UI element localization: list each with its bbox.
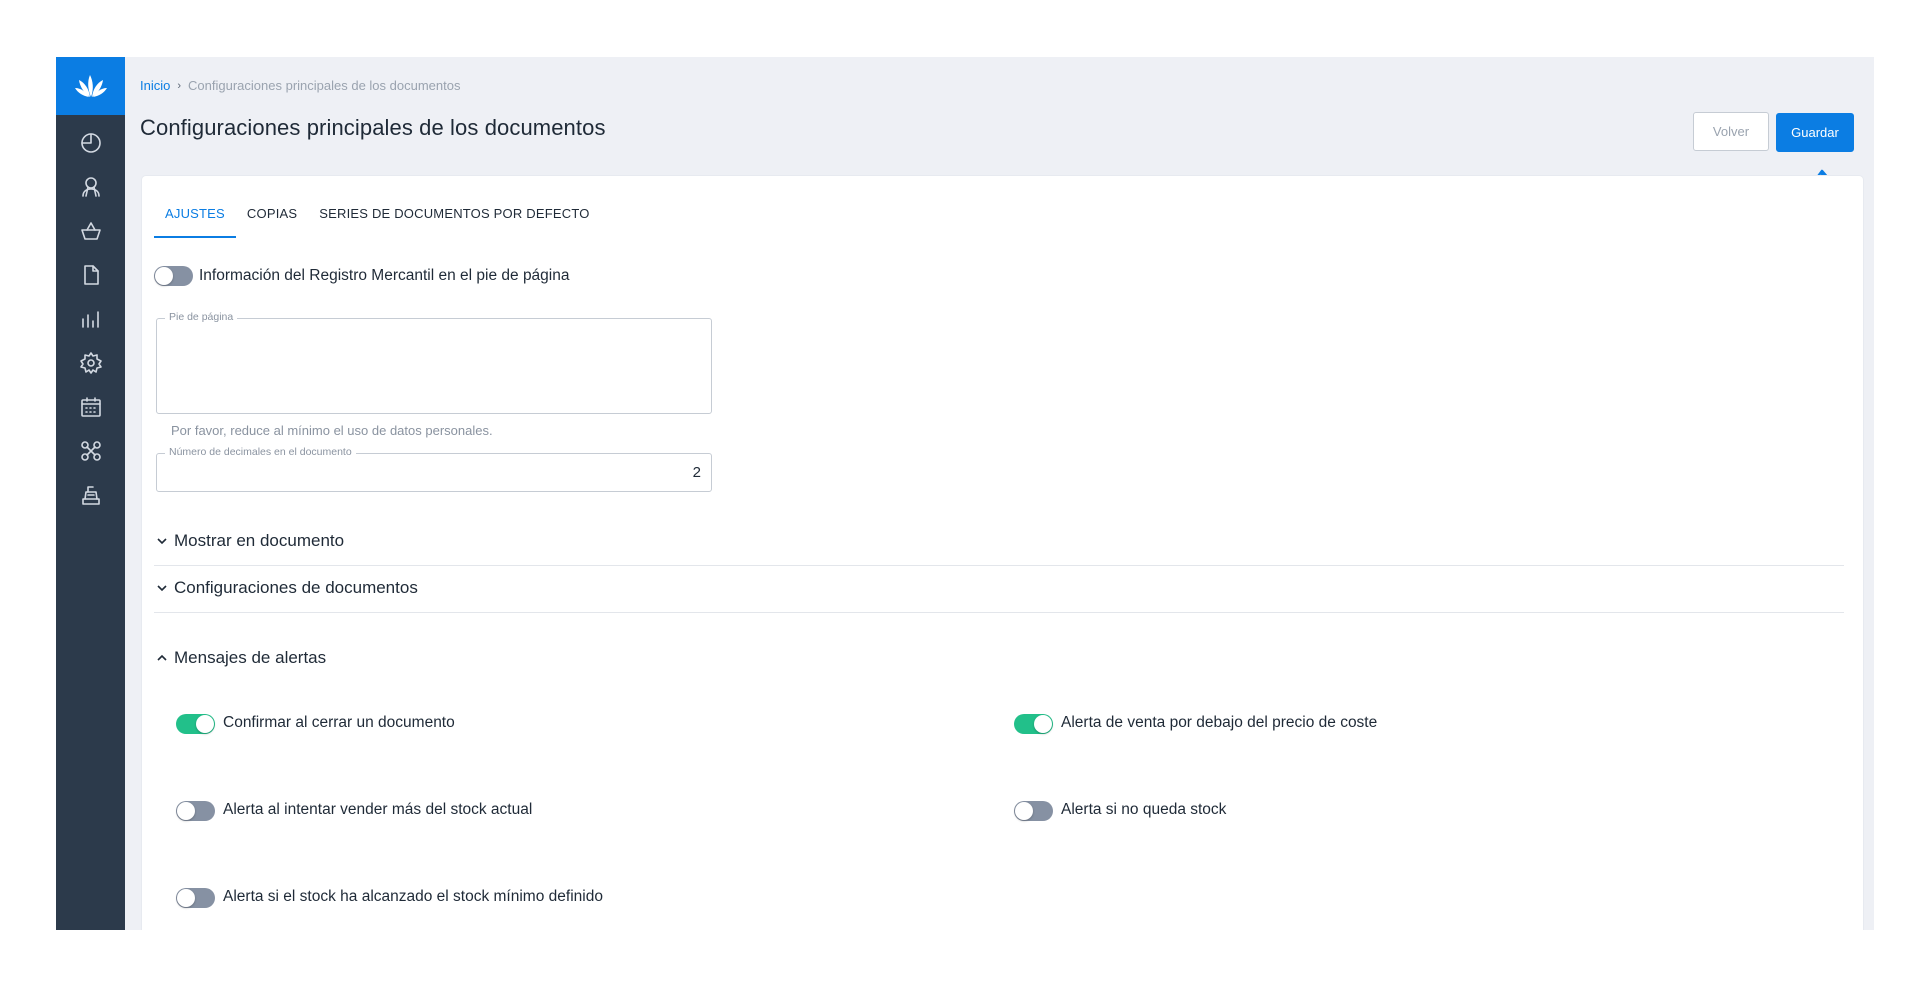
tab-bar: AJUSTES COPIAS SERIES DE DOCUMENTOS POR …	[154, 200, 601, 238]
toggle-knob	[1034, 715, 1052, 733]
tab-ajustes[interactable]: AJUSTES	[154, 200, 236, 238]
back-button[interactable]: Volver	[1693, 112, 1769, 151]
logo-icon[interactable]	[56, 57, 125, 115]
breadcrumb: Inicio › Configuraciones principales de …	[140, 78, 460, 93]
confirm-close-toggle[interactable]	[176, 714, 215, 734]
oversell-label: Alerta al intentar vender más del stock …	[223, 801, 533, 818]
settings-card: AJUSTES COPIAS SERIES DE DOCUMENTOS POR …	[142, 176, 1863, 930]
dashboard-icon[interactable]	[56, 125, 125, 161]
user-icon[interactable]	[56, 169, 125, 205]
tab-series[interactable]: SERIES DE DOCUMENTOS POR DEFECTO	[308, 200, 600, 238]
chevron-down-icon	[157, 538, 167, 545]
chevron-up-icon	[157, 654, 167, 661]
toggle-knob	[196, 715, 214, 733]
save-button[interactable]: Guardar	[1776, 113, 1854, 152]
sidebar	[56, 57, 125, 930]
min-stock-label: Alerta si el stock ha alcanzado el stock…	[223, 888, 603, 905]
no-stock-toggle[interactable]	[1014, 801, 1053, 821]
no-stock-label: Alerta si no queda stock	[1061, 801, 1227, 818]
cash-register-icon[interactable]	[56, 477, 125, 513]
confirm-close-label: Confirmar al cerrar un documento	[223, 714, 455, 731]
toggle-knob	[177, 802, 195, 820]
section-configuraciones-documentos[interactable]: Configuraciones de documentos	[156, 578, 418, 598]
app-window: Inicio › Configuraciones principales de …	[56, 57, 1874, 930]
divider	[154, 565, 1844, 566]
below-cost-label: Alerta de venta por debajo del precio de…	[1061, 714, 1378, 731]
section-label: Configuraciones de documentos	[174, 578, 418, 597]
toggle-knob	[155, 267, 173, 285]
footer-helper-text: Por favor, reduce al mínimo el uso de da…	[171, 423, 493, 438]
breadcrumb-current: Configuraciones principales de los docum…	[188, 78, 461, 93]
oversell-toggle[interactable]	[176, 801, 215, 821]
divider	[154, 612, 1844, 613]
registro-mercantil-label: Información del Registro Mercantil en el…	[199, 267, 570, 284]
below-cost-toggle[interactable]	[1014, 714, 1053, 734]
reports-icon[interactable]	[56, 301, 125, 337]
min-stock-toggle[interactable]	[176, 888, 215, 908]
footer-legend: Pie de página	[165, 311, 238, 323]
section-label: Mensajes de alertas	[174, 648, 327, 667]
tab-copias[interactable]: COPIAS	[236, 200, 308, 238]
toggle-knob	[1015, 802, 1033, 820]
breadcrumb-separator: ›	[177, 79, 182, 92]
decimals-legend: Número de decimales en el documento	[165, 446, 356, 458]
footer-textarea[interactable]	[167, 331, 701, 405]
decimals-field: Número de decimales en el documento	[156, 446, 712, 492]
calendar-icon[interactable]	[56, 389, 125, 425]
settings-icon[interactable]	[56, 345, 125, 381]
footer-field: Pie de página	[156, 311, 712, 414]
document-icon[interactable]	[56, 257, 125, 293]
decimals-input[interactable]	[167, 458, 701, 487]
chevron-down-icon	[157, 585, 167, 592]
section-mostrar-en-documento[interactable]: Mostrar en documento	[156, 531, 344, 551]
page-title: Configuraciones principales de los docum…	[140, 115, 606, 140]
basket-icon[interactable]	[56, 213, 125, 249]
breadcrumb-home-link[interactable]: Inicio	[140, 78, 170, 93]
section-mensajes-alertas[interactable]: Mensajes de alertas	[156, 648, 326, 668]
integrations-icon[interactable]	[56, 433, 125, 469]
section-label: Mostrar en documento	[174, 531, 345, 550]
registro-mercantil-toggle[interactable]	[154, 266, 193, 286]
toggle-knob	[177, 889, 195, 907]
